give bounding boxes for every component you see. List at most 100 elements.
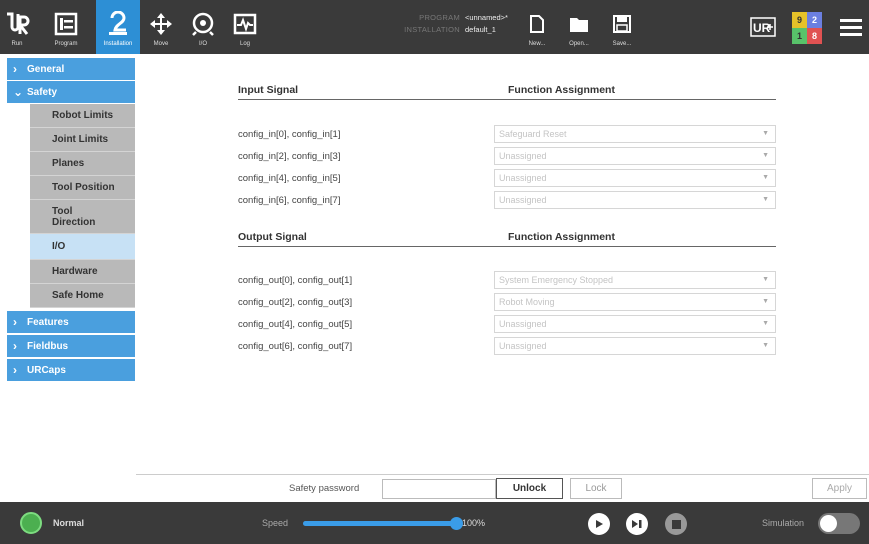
select-value: Unassigned	[499, 341, 547, 351]
nav-run[interactable]: Run	[0, 0, 34, 54]
speed-label: Speed	[262, 518, 289, 528]
hamburger-menu-button[interactable]	[836, 0, 866, 54]
step-icon	[632, 520, 642, 528]
apply-button[interactable]: Apply	[812, 478, 867, 499]
step-button[interactable]	[626, 513, 648, 535]
dropdown-arrow-icon: ▼	[762, 298, 769, 305]
select-value: Unassigned	[499, 151, 547, 161]
input-signal-label: config_in[4], config_in[5]	[238, 173, 341, 184]
nav-installation[interactable]: Installation	[96, 0, 140, 54]
sidebar-item-label: Fieldbus	[27, 340, 69, 352]
sidebar-item-io[interactable]: I/O	[30, 234, 135, 260]
sidebar-item-tool-direction[interactable]: Tool Direction	[30, 200, 135, 234]
sidebar-item-label: Safety	[27, 86, 58, 98]
sidebar-item-fieldbus[interactable]: › Fieldbus	[7, 335, 135, 357]
sidebar-item-safe-home[interactable]: Safe Home	[30, 284, 135, 308]
output-function-select[interactable]: Robot Moving ▼	[494, 293, 776, 311]
input-function-select[interactable]: Safeguard Reset ▼	[494, 125, 776, 143]
new-label: New...	[528, 40, 546, 47]
sidebar-item-planes[interactable]: Planes	[30, 152, 135, 176]
ur-plus-icon: UR	[748, 11, 778, 43]
input-function-header: Function Assignment	[508, 83, 615, 96]
password-field[interactable]	[382, 479, 496, 499]
sidebar-item-label: General	[27, 63, 65, 75]
output-signal-label: config_out[6], config_out[7]	[238, 341, 353, 352]
sidebar-item-general[interactable]: › General	[7, 58, 135, 80]
sidebar-item-label: Planes	[52, 158, 85, 169]
dropdown-arrow-icon: ▼	[762, 174, 769, 181]
sidebar-item-label: Safe Home	[52, 290, 104, 301]
io-icon	[188, 8, 218, 40]
sidebar-item-tool-position[interactable]: Tool Position	[30, 176, 135, 200]
input-section-header: Input Signal Function Assignment	[238, 80, 776, 100]
installation-key: INSTALLATION	[404, 25, 460, 34]
stop-button[interactable]	[665, 513, 687, 535]
nav-io[interactable]: I/O	[186, 0, 220, 54]
badge-bl: 1	[792, 28, 807, 44]
dropdown-arrow-icon: ▼	[762, 196, 769, 203]
input-function-select[interactable]: Unassigned ▼	[494, 147, 776, 165]
output-function-select[interactable]: Unassigned ▼	[494, 337, 776, 355]
urcaps-button[interactable]: UR	[748, 0, 778, 54]
new-button[interactable]: New...	[524, 0, 550, 54]
sidebar-item-label: Hardware	[52, 266, 98, 277]
play-button[interactable]	[588, 513, 610, 535]
save-button[interactable]: Save...	[608, 0, 636, 54]
chevron-right-icon: ›	[13, 315, 17, 329]
badge-tr: 2	[807, 12, 822, 28]
dropdown-arrow-icon: ▼	[762, 320, 769, 327]
program-key: PROGRAM	[419, 13, 460, 22]
top-bar: Run Program Installation Move I/O Log PR…	[0, 0, 869, 54]
robot-status-indicator[interactable]	[20, 512, 42, 534]
sidebar-item-features[interactable]: › Features	[7, 311, 135, 333]
output-signal-label: config_out[0], config_out[1]	[238, 275, 353, 286]
input-signal-label: config_in[2], config_in[3]	[238, 151, 341, 162]
folder-icon	[564, 8, 594, 40]
program-name: <unnamed>*	[465, 13, 508, 22]
stop-icon	[671, 519, 681, 529]
simulation-label: Simulation	[762, 518, 805, 528]
dropdown-arrow-icon: ▼	[762, 152, 769, 159]
sidebar-item-robot-limits[interactable]: Robot Limits	[30, 104, 135, 128]
sidebar-item-hardware[interactable]: Hardware	[30, 260, 135, 284]
dropdown-arrow-icon: ▼	[762, 276, 769, 283]
sidebar-item-joint-limits[interactable]: Joint Limits	[30, 128, 135, 152]
sidebar-item-safety[interactable]: ⌄ Safety	[7, 81, 135, 103]
sidebar-item-label: Tool Position	[52, 182, 115, 193]
input-function-select[interactable]: Unassigned ▼	[494, 169, 776, 187]
chevron-down-icon: ⌄	[13, 85, 24, 99]
select-value: Robot Moving	[499, 297, 555, 307]
dropdown-arrow-icon: ▼	[762, 130, 769, 137]
select-value: Unassigned	[499, 319, 547, 329]
output-function-header: Function Assignment	[508, 230, 615, 243]
dropdown-arrow-icon: ▼	[762, 342, 769, 349]
simulation-toggle[interactable]	[818, 513, 860, 534]
speed-value: 100%	[462, 518, 486, 528]
program-info: PROGRAM <unnamed>* INSTALLATION default_1	[365, 12, 525, 36]
speed-slider-badge[interactable]: 9 2 1 8	[792, 12, 822, 44]
output-signal-label: config_out[2], config_out[3]	[238, 297, 353, 308]
log-icon	[230, 8, 260, 40]
installation-icon	[103, 8, 133, 40]
input-function-select[interactable]: Unassigned ▼	[494, 191, 776, 209]
move-icon	[146, 8, 176, 40]
sidebar-item-urcaps[interactable]: › URCaps	[7, 359, 135, 381]
speed-slider-fill	[303, 521, 457, 526]
input-signal-label: config_in[6], config_in[7]	[238, 195, 341, 206]
output-section-header: Output Signal Function Assignment	[238, 227, 776, 247]
nav-program[interactable]: Program	[40, 0, 92, 54]
sidebar-item-label: Robot Limits	[52, 110, 114, 121]
safety-io-panel: Input Signal Function Assignment config_…	[136, 54, 869, 474]
lock-button[interactable]: Lock	[570, 478, 622, 499]
hamburger-icon	[836, 11, 866, 43]
output-function-select[interactable]: Unassigned ▼	[494, 315, 776, 333]
chevron-right-icon: ›	[13, 363, 17, 377]
unlock-button[interactable]: Unlock	[496, 478, 563, 499]
output-function-select[interactable]: System Emergency Stopped ▼	[494, 271, 776, 289]
nav-log[interactable]: Log	[228, 0, 262, 54]
nav-move[interactable]: Move	[144, 0, 178, 54]
open-button[interactable]: Open...	[565, 0, 593, 54]
sidebar-item-label: Joint Limits	[52, 134, 109, 145]
nav-run-label: Run	[11, 40, 23, 47]
speed-slider[interactable]	[303, 517, 463, 530]
